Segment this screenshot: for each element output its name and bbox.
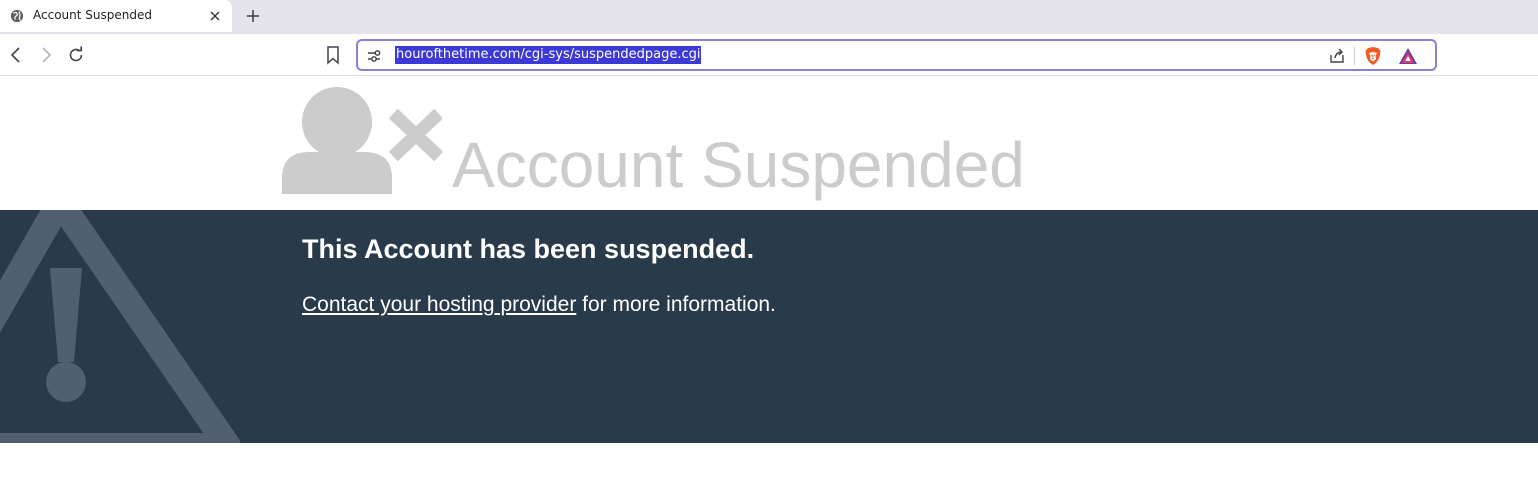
page-content: Account Suspended This Account has been … [0, 76, 1538, 495]
bookmark-icon[interactable] [324, 45, 342, 65]
message-suffix: for more information. [576, 293, 776, 316]
hero-title: Account Suspended [452, 129, 1025, 201]
back-arrow-icon[interactable] [6, 45, 26, 65]
address-bar-divider [1354, 47, 1355, 65]
globe-icon [10, 9, 24, 23]
address-bar[interactable]: hourofthetime.com/cgi-sys/suspendedpage.… [356, 39, 1437, 71]
reload-icon[interactable] [66, 45, 86, 65]
tab-strip: Account Suspended [0, 0, 1538, 34]
brave-rewards-icon[interactable] [1398, 47, 1418, 65]
close-icon[interactable] [208, 9, 222, 23]
site-settings-icon[interactable] [366, 48, 382, 64]
hero-section: Account Suspended [0, 76, 1538, 210]
suspension-message: Contact your hosting provider for more i… [302, 292, 776, 318]
url-text[interactable]: hourofthetime.com/cgi-sys/suspendedpage.… [395, 46, 702, 64]
forward-arrow-icon[interactable] [36, 45, 56, 65]
user-x-icon [282, 87, 442, 194]
brave-shields-icon[interactable] [1363, 46, 1383, 66]
browser-toolbar: hourofthetime.com/cgi-sys/suspendedpage.… [0, 34, 1538, 76]
suspension-heading: This Account has been suspended. [302, 234, 755, 264]
tab-account-suspended[interactable]: Account Suspended [0, 0, 232, 32]
tab-title: Account Suspended [33, 8, 152, 22]
share-icon[interactable] [1328, 47, 1346, 65]
suspension-banner: This Account has been suspended. Contact… [0, 210, 1538, 443]
contact-hosting-provider-link[interactable]: Contact your hosting provider [302, 293, 576, 316]
plus-icon[interactable] [244, 7, 262, 25]
warning-triangle-icon [0, 210, 240, 443]
